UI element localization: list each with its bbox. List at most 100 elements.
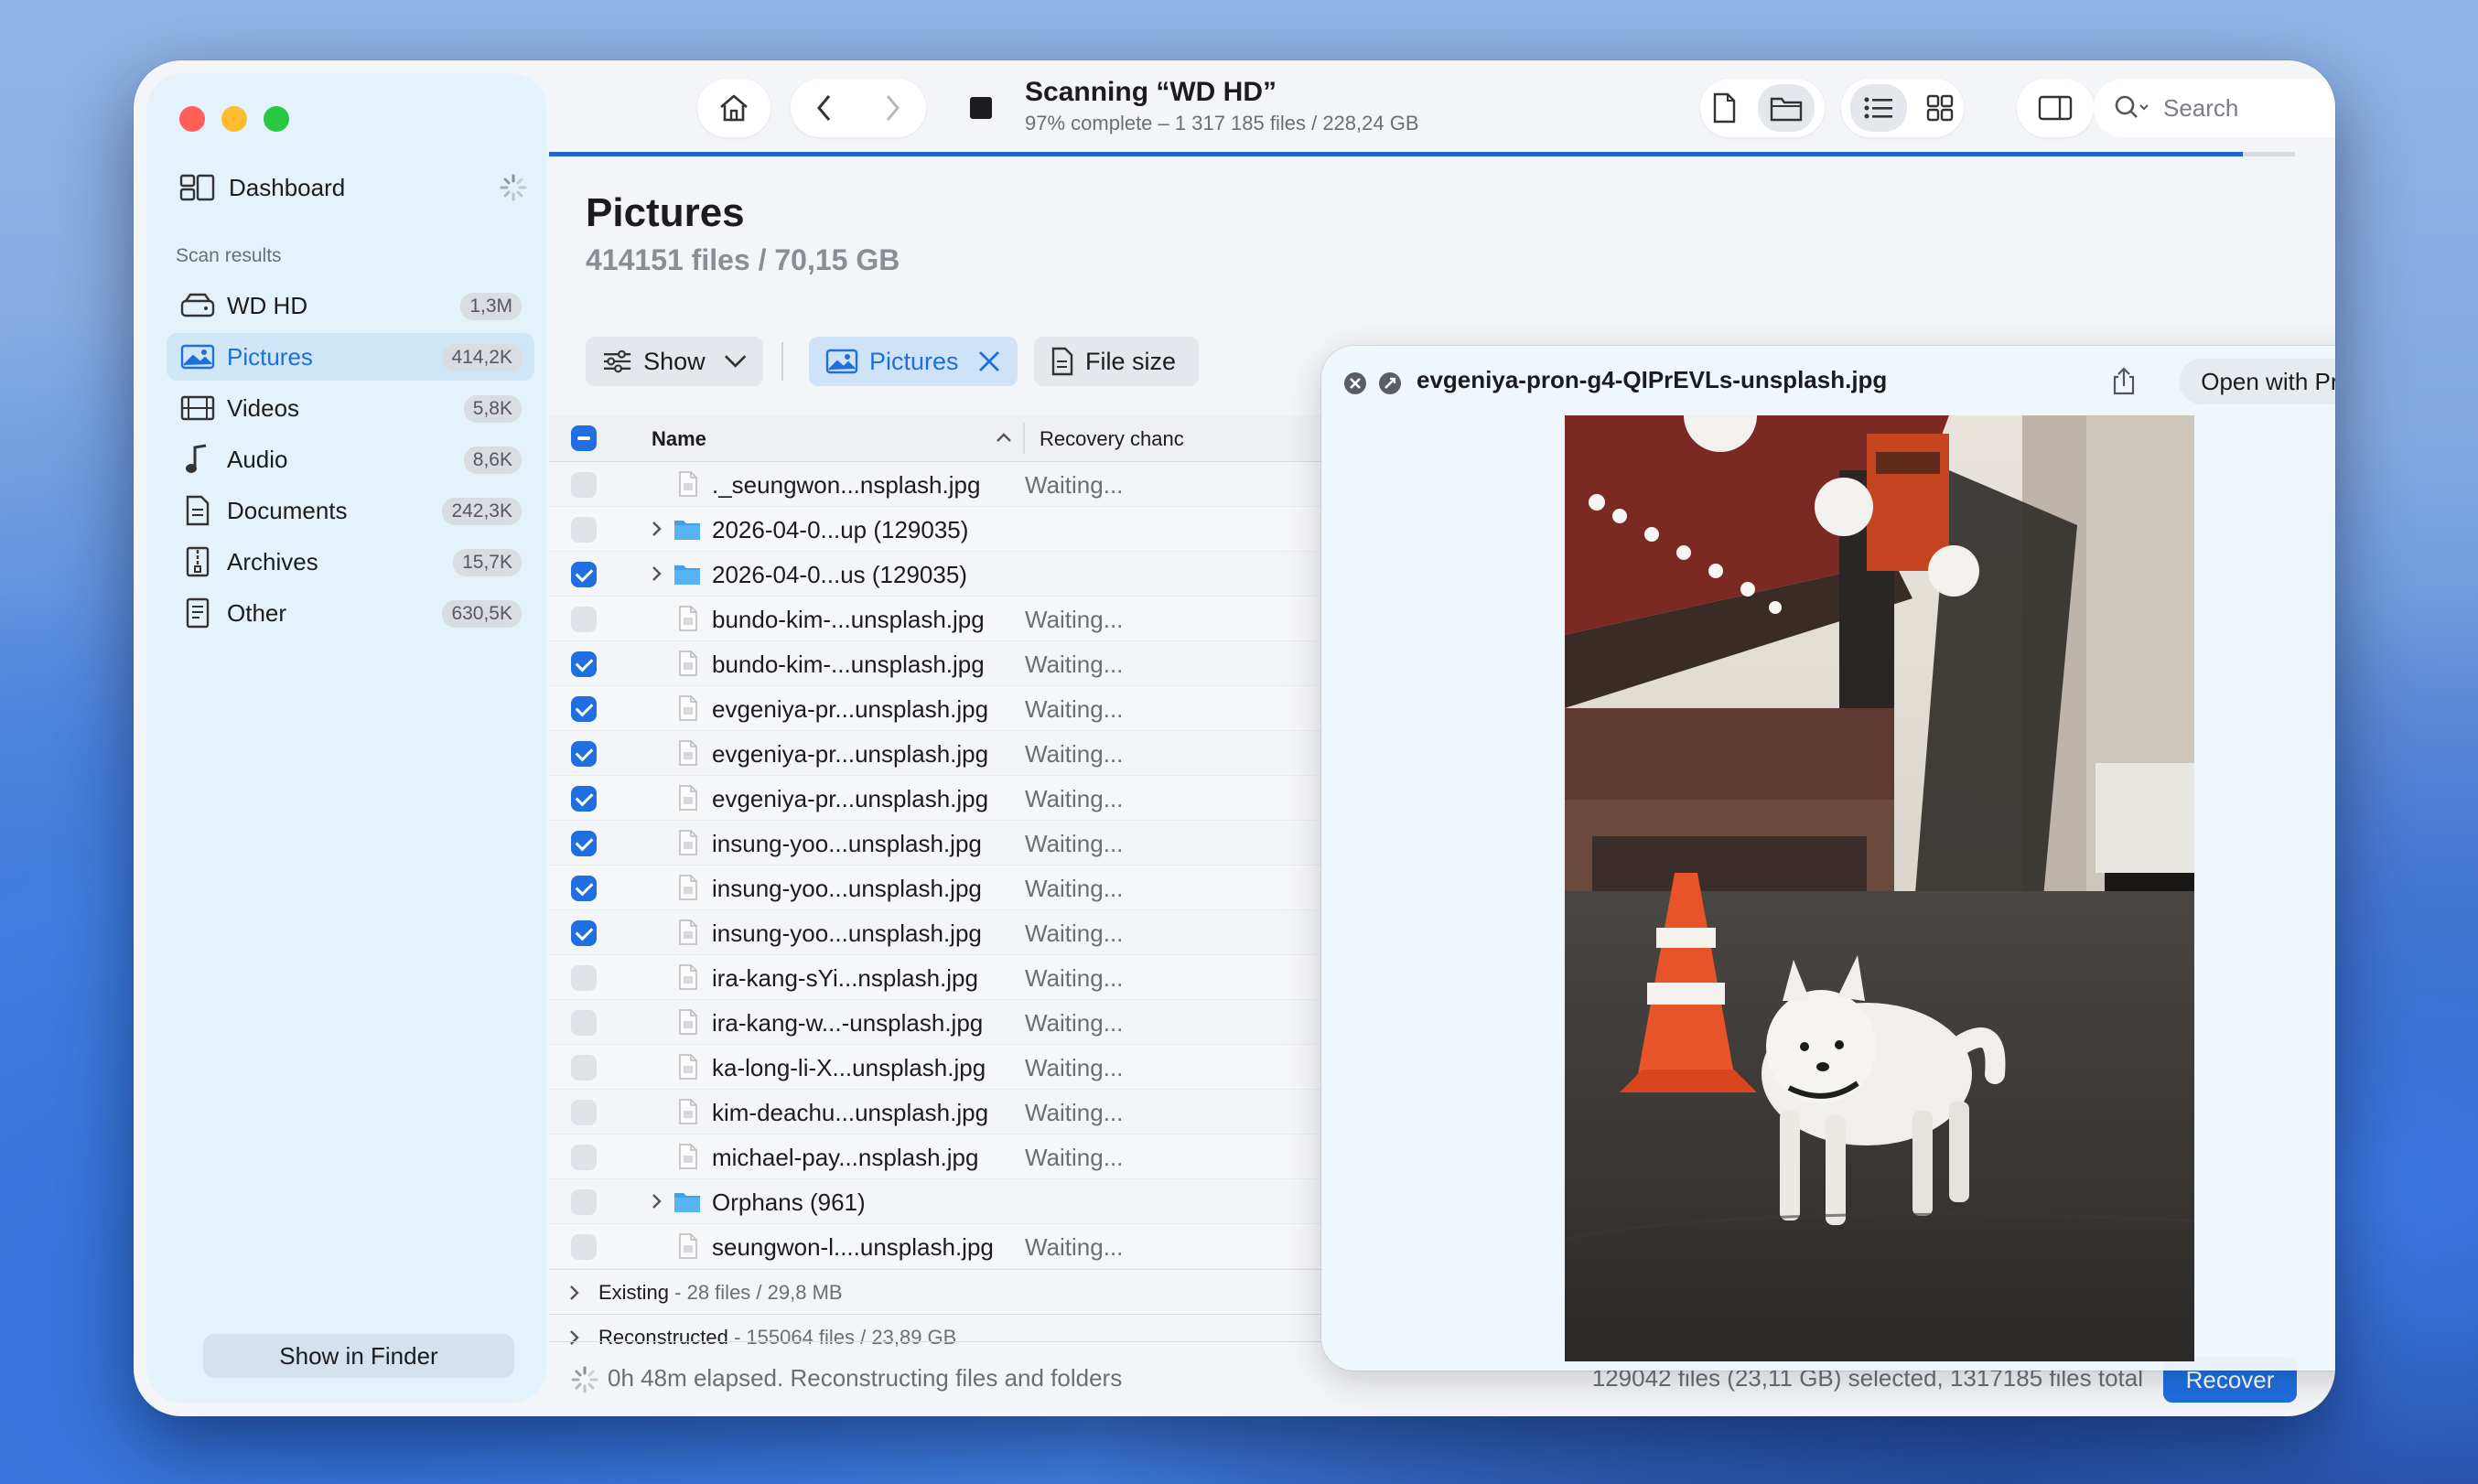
row-checkbox[interactable] xyxy=(571,1145,597,1170)
recovery-status: Waiting... xyxy=(1025,1054,1124,1081)
file-row[interactable]: bundo-kim-...unsplash.jpg Waiting... xyxy=(549,641,1354,686)
share-icon[interactable] xyxy=(2112,366,2136,395)
sidebar-item-videos[interactable]: Videos 5,8K xyxy=(167,384,534,432)
scan-progress-fill xyxy=(549,152,2243,156)
file-row[interactable]: bundo-kim-...unsplash.jpg Waiting... xyxy=(549,597,1354,641)
folder-row[interactable]: 2026-04-0...up (129035) xyxy=(549,507,1354,552)
open-with-preview-button[interactable]: Open with Preview xyxy=(2179,359,2335,404)
sidebar-item-other[interactable]: Other 630,5K xyxy=(167,589,534,637)
grid-icon[interactable] xyxy=(1925,93,1955,123)
row-checkbox[interactable] xyxy=(571,562,597,587)
sidebar-item-count: 242,3K xyxy=(442,498,522,525)
search-field[interactable] xyxy=(2094,79,2335,137)
minimize-window-button[interactable] xyxy=(221,106,247,132)
file-size-filter-button[interactable]: File size xyxy=(1034,337,1199,386)
file-name: ka-long-li-X...unsplash.jpg xyxy=(712,1054,986,1081)
sidebar-item-documents[interactable]: Documents 242,3K xyxy=(167,487,534,534)
sidebar-item-label: Documents xyxy=(227,496,348,524)
sidebar-item-label: WD HD xyxy=(227,291,308,319)
file-icon xyxy=(679,740,697,766)
file-row[interactable]: ka-long-li-X...unsplash.jpg Waiting... xyxy=(549,1045,1354,1090)
row-checkbox[interactable] xyxy=(571,741,597,767)
film-icon xyxy=(179,392,216,425)
close-icon[interactable] xyxy=(1343,371,1367,395)
file-row[interactable]: kim-deachu...unsplash.jpg Waiting... xyxy=(549,1090,1354,1135)
row-checkbox[interactable] xyxy=(571,876,597,901)
sidebar-item-wd-hd[interactable]: WD HD 1,3M xyxy=(167,282,534,329)
select-all-checkbox[interactable] xyxy=(571,425,597,451)
name-column-header[interactable]: Name xyxy=(652,427,706,451)
folder-view-button[interactable] xyxy=(1757,84,1815,132)
file-row[interactable]: insung-yoo...unsplash.jpg Waiting... xyxy=(549,866,1354,910)
file-row[interactable]: insung-yoo...unsplash.jpg Waiting... xyxy=(549,821,1354,866)
show-filter-label: Show xyxy=(643,347,706,375)
back-chevron-icon[interactable] xyxy=(813,92,835,124)
row-checkbox[interactable] xyxy=(571,1055,597,1081)
row-checkbox[interactable] xyxy=(571,1010,597,1036)
search-input[interactable] xyxy=(2161,92,2335,124)
file-row[interactable]: seungwon-l....unsplash.jpg Waiting... xyxy=(549,1224,1354,1269)
home-icon xyxy=(720,94,748,122)
preview-panel-button[interactable] xyxy=(2017,79,2094,137)
row-checkbox[interactable] xyxy=(571,696,597,722)
chevron-right-icon[interactable] xyxy=(652,521,663,537)
sidebar-item-dashboard[interactable]: Dashboard xyxy=(179,165,527,210)
pictures-filter-chip[interactable]: Pictures xyxy=(809,337,1018,386)
list-icon xyxy=(1864,97,1892,119)
preview-photo xyxy=(1565,415,2194,1361)
home-button[interactable] xyxy=(697,79,770,137)
show-in-finder-button[interactable]: Show in Finder xyxy=(203,1334,514,1378)
row-checkbox[interactable] xyxy=(571,965,597,991)
file-row[interactable]: insung-yoo...unsplash.jpg Waiting... xyxy=(549,910,1354,955)
image-icon xyxy=(179,340,216,373)
forward-chevron-icon[interactable] xyxy=(881,92,903,124)
loading-spinner-icon xyxy=(571,1366,598,1393)
row-checkbox[interactable] xyxy=(571,786,597,812)
file-row[interactable]: evgeniya-pr...unsplash.jpg Waiting... xyxy=(549,686,1354,731)
row-checkbox[interactable] xyxy=(571,1189,597,1215)
file-row[interactable]: ira-kang-sYi...nsplash.jpg Waiting... xyxy=(549,955,1354,1000)
sidebar-item-audio[interactable]: Audio 8,6K xyxy=(167,436,534,483)
file-row[interactable]: ._seungwon...nsplash.jpg Waiting... xyxy=(549,462,1354,507)
folder-row[interactable]: 2026-04-0...us (129035) xyxy=(549,552,1354,597)
row-checkbox[interactable] xyxy=(571,920,597,946)
folder-row[interactable]: Orphans (961) xyxy=(549,1179,1354,1224)
file-list-header: Name Recovery chanc xyxy=(549,415,1354,462)
chevron-down-icon xyxy=(724,355,747,368)
row-checkbox[interactable] xyxy=(571,1100,597,1125)
page-subtitle: 414151 files / 70,15 GB xyxy=(586,243,900,276)
chevron-right-icon[interactable] xyxy=(652,1193,663,1210)
other-file-icon xyxy=(179,597,216,629)
file-row[interactable]: ira-kang-w...-unsplash.jpg Waiting... xyxy=(549,1000,1354,1045)
sort-ascending-icon[interactable] xyxy=(996,432,1012,443)
show-filter-button[interactable]: Show xyxy=(586,337,763,386)
sidebar-item-archives[interactable]: Archives 15,7K xyxy=(167,538,534,586)
file-icon[interactable] xyxy=(1711,92,1737,124)
fullscreen-icon[interactable] xyxy=(1378,371,1402,395)
row-checkbox[interactable] xyxy=(571,651,597,677)
file-row[interactable]: evgeniya-pr...unsplash.jpg Waiting... xyxy=(549,776,1354,821)
file-name: ira-kang-sYi...nsplash.jpg xyxy=(712,964,978,992)
recovery-column-header[interactable]: Recovery chanc xyxy=(1040,427,1184,451)
sidebar-item-pictures[interactable]: Pictures 414,2K xyxy=(167,333,534,381)
zoom-window-button[interactable] xyxy=(264,106,289,132)
row-checkbox[interactable] xyxy=(571,831,597,856)
close-window-button[interactable] xyxy=(179,106,205,132)
row-checkbox[interactable] xyxy=(571,472,597,498)
page-title: Pictures xyxy=(586,190,745,235)
existing-group[interactable]: Existing - 28 files / 29,8 MB xyxy=(549,1269,1354,1314)
sidebar-item-label: Videos xyxy=(227,393,300,422)
remove-filter-icon[interactable] xyxy=(977,349,1001,373)
file-row[interactable]: evgeniya-pr...unsplash.jpg Waiting... xyxy=(549,731,1354,776)
folder-icon xyxy=(1770,97,1802,122)
row-checkbox[interactable] xyxy=(571,607,597,632)
image-icon xyxy=(825,349,858,374)
file-row[interactable]: michael-pay...nsplash.jpg Waiting... xyxy=(549,1135,1354,1179)
row-checkbox[interactable] xyxy=(571,517,597,543)
row-checkbox[interactable] xyxy=(571,1234,597,1260)
recovery-status: Waiting... xyxy=(1025,1009,1124,1037)
stop-scan-button[interactable] xyxy=(944,79,1018,137)
sidebar-item-count: 414,2K xyxy=(442,344,522,371)
list-view-button[interactable] xyxy=(1850,84,1907,132)
chevron-right-icon[interactable] xyxy=(652,565,663,582)
